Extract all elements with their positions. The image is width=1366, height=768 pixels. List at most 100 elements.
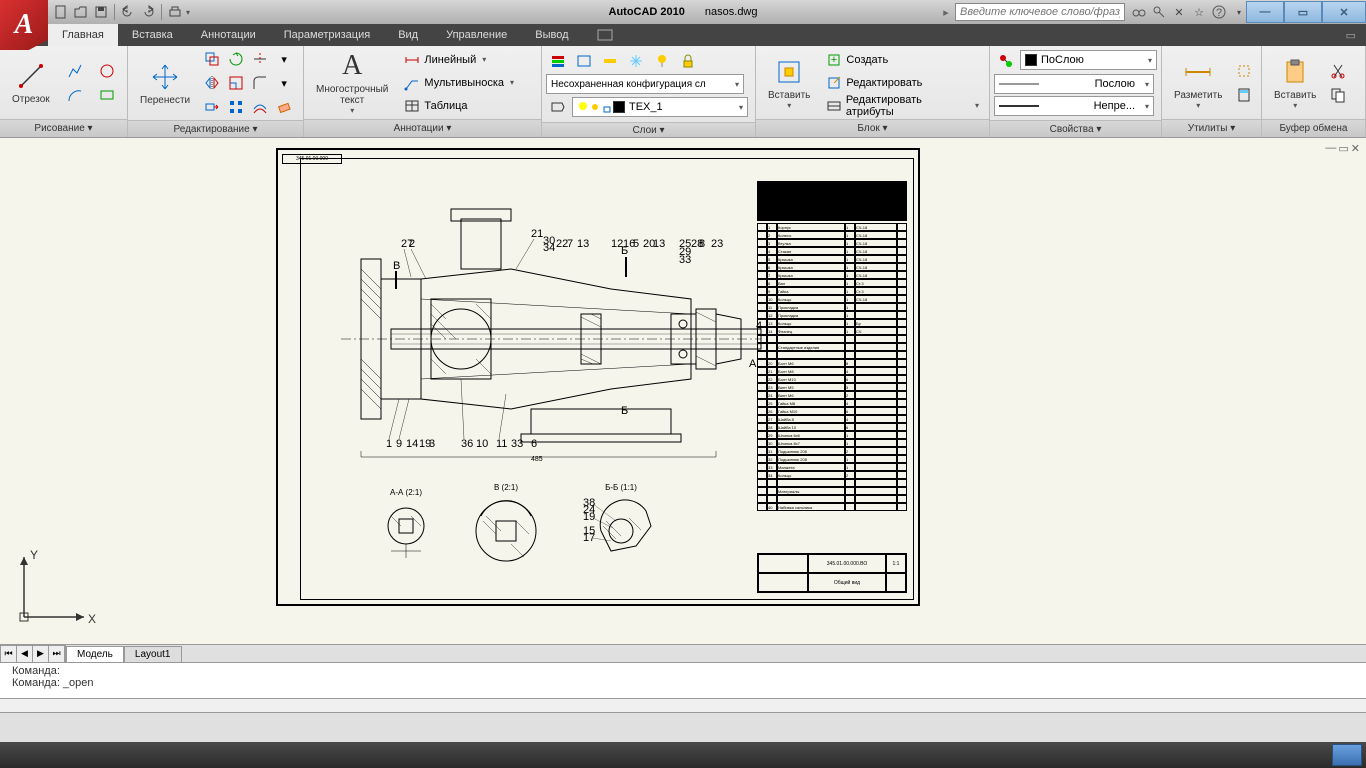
model-tab[interactable]: Модель: [66, 646, 124, 662]
fillet-drop[interactable]: ▾: [272, 72, 296, 94]
block-edit-button[interactable]: Редактировать: [822, 72, 983, 94]
polyline-button[interactable]: [60, 60, 90, 82]
bom-row: 6Крышка1СЧ-18: [757, 263, 907, 271]
color-combo[interactable]: ПоСлою: [1020, 50, 1157, 70]
tab-first-button[interactable]: ⏮: [1, 646, 17, 662]
calc-button[interactable]: [1232, 84, 1256, 106]
svg-text:19: 19: [583, 511, 595, 523]
tab-home[interactable]: Главная: [48, 24, 118, 46]
rotate-button[interactable]: [224, 48, 248, 70]
select-button[interactable]: [1232, 60, 1256, 82]
ribbon-tabs: Главная Вставка Аннотации Параметризация…: [0, 24, 1366, 46]
measure-button[interactable]: Разметить ▾: [1168, 54, 1228, 112]
close-button[interactable]: ✕: [1322, 1, 1366, 23]
match-prop-button[interactable]: [994, 50, 1018, 72]
tab-express[interactable]: [583, 24, 627, 46]
block-editattr-button[interactable]: Редактировать атрибуты: [822, 95, 983, 117]
cut-button[interactable]: [1326, 60, 1350, 82]
arc-button[interactable]: [60, 84, 90, 106]
window-controls: — ▭ ✕: [1246, 1, 1366, 23]
linetype-combo[interactable]: Послою: [994, 74, 1154, 94]
lineweight-combo[interactable]: Непре...: [994, 96, 1154, 116]
tab-annotate[interactable]: Аннотации: [187, 24, 270, 46]
layer-states-button[interactable]: [572, 50, 596, 72]
app-menu-button[interactable]: A: [0, 0, 48, 50]
command-input[interactable]: [0, 698, 1366, 712]
block-insert-button[interactable]: Вставить ▾: [762, 54, 816, 112]
qat-save-icon[interactable]: [92, 3, 110, 21]
drawing-area[interactable]: — ▭ ✕ Y X 345.01.00.000: [0, 138, 1366, 644]
doc-minimize-icon[interactable]: —: [1325, 142, 1336, 155]
tab-insert[interactable]: Вставка: [118, 24, 187, 46]
search-star-icon[interactable]: ☆: [1191, 4, 1207, 20]
mtext-button[interactable]: A Многострочный текст ▾: [310, 48, 394, 117]
layout1-tab[interactable]: Layout1: [124, 646, 182, 662]
qat-redo-icon[interactable]: [139, 3, 157, 21]
panel-annotation-title[interactable]: Аннотации ▾: [304, 119, 541, 137]
panel-utilities-title[interactable]: Утилиты ▾: [1162, 119, 1261, 137]
fillet-button[interactable]: [248, 72, 272, 94]
offset-button[interactable]: [248, 96, 272, 118]
tab-parametric[interactable]: Параметризация: [270, 24, 384, 46]
layer-prop-button[interactable]: [546, 50, 570, 72]
svg-text:8: 8: [699, 238, 705, 250]
tab-prev-button[interactable]: ◀: [17, 646, 33, 662]
search-binoculars-icon[interactable]: [1131, 4, 1147, 20]
layer-iso-button[interactable]: [598, 50, 622, 72]
scale-button[interactable]: [224, 72, 248, 94]
qat-dropdown-icon[interactable]: ▾: [186, 8, 190, 17]
doc-restore-icon[interactable]: ▭: [1338, 142, 1348, 155]
block-create-button[interactable]: + Создать: [822, 49, 983, 71]
circle-button[interactable]: [92, 60, 122, 82]
search-input[interactable]: [955, 3, 1125, 21]
help-icon[interactable]: ?: [1211, 4, 1227, 20]
paste-button[interactable]: Вставить ▾: [1268, 54, 1322, 112]
sun-icon: [589, 101, 601, 113]
tab-last-button[interactable]: ⏭: [49, 646, 65, 662]
qat-undo-icon[interactable]: [119, 3, 137, 21]
layer-freeze-button[interactable]: [624, 50, 648, 72]
qat-print-icon[interactable]: [166, 3, 184, 21]
tab-view[interactable]: Вид: [384, 24, 432, 46]
panel-modify-title[interactable]: Редактирование ▾: [128, 120, 303, 137]
search-satellite-icon[interactable]: ✕: [1171, 4, 1187, 20]
doc-close-icon[interactable]: ✕: [1351, 142, 1360, 155]
panel-block-title[interactable]: Блок ▾: [756, 119, 989, 137]
tab-output[interactable]: Вывод: [521, 24, 582, 46]
help-dropdown-icon[interactable]: ▾: [1231, 4, 1247, 20]
extend-button[interactable]: ▾: [272, 48, 296, 70]
bom-row: Стандартные изделия: [757, 343, 907, 351]
tab-next-button[interactable]: ▶: [33, 646, 49, 662]
copy-button[interactable]: [200, 48, 224, 70]
move-button[interactable]: Перенести: [134, 59, 196, 108]
stretch-button[interactable]: [200, 96, 224, 118]
table-button[interactable]: Таблица: [400, 95, 518, 117]
layer-props-icon[interactable]: [546, 96, 570, 118]
layer-off-button[interactable]: [650, 50, 674, 72]
erase-button[interactable]: [272, 96, 296, 118]
panel-properties-title[interactable]: Свойства ▾: [990, 120, 1161, 137]
minimize-button[interactable]: —: [1246, 1, 1284, 23]
maximize-button[interactable]: ▭: [1284, 1, 1322, 23]
bom-row: 22Болт М106: [757, 375, 907, 383]
panel-layers-title[interactable]: Слои ▾: [542, 122, 755, 137]
tab-manage[interactable]: Управление: [432, 24, 521, 46]
ribbon-help-icon[interactable]: ▭: [1346, 29, 1366, 42]
mirror-button[interactable]: [200, 72, 224, 94]
layer-lock-button[interactable]: [676, 50, 700, 72]
qat-open-icon[interactable]: [72, 3, 90, 21]
panel-draw-title[interactable]: Рисование ▾: [0, 119, 127, 137]
layer-state-combo[interactable]: Несохраненная конфигурация сл: [546, 74, 744, 94]
search-arrow-icon[interactable]: ▸: [939, 5, 953, 19]
taskbar-item[interactable]: [1332, 744, 1362, 766]
linear-dim-button[interactable]: Линейный: [400, 49, 518, 71]
search-key-icon[interactable]: [1151, 4, 1167, 20]
array-button[interactable]: [224, 96, 248, 118]
mleader-button[interactable]: Мультивыноска: [400, 72, 518, 94]
rectangle-button[interactable]: [92, 84, 122, 106]
copy-clip-button[interactable]: [1326, 84, 1350, 106]
trim-button[interactable]: [248, 48, 272, 70]
line-button[interactable]: Отрезок: [6, 58, 56, 107]
qat-new-icon[interactable]: [52, 3, 70, 21]
layer-combo[interactable]: ТЕХ_1: [572, 97, 748, 117]
